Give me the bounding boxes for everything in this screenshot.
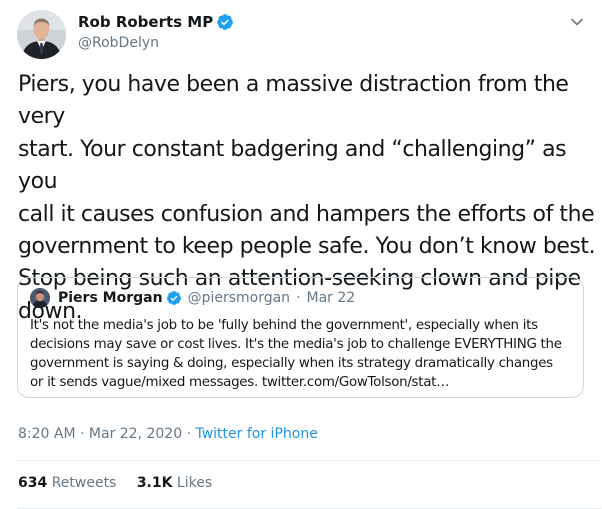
meta-separator: · [186,426,192,442]
quoted-text-line: decisions may save or cost lives. It's t… [30,337,562,352]
likes-stat[interactable]: 3.1K Likes [137,475,212,491]
tweet-text-line: start. Your constant badgering and “chal… [18,136,567,195]
author-avatar[interactable] [17,10,66,59]
tweet-text-line: call it causes confusion and hampers the… [18,201,595,227]
quoted-text-line: or it sends vague/mixed messages. twitte… [30,375,450,390]
tweet-text-line: government to keep people safe. You don’… [18,234,596,260]
quoted-author-name: Piers Morgan [58,290,163,306]
tweet-meta: 8:20 AM · Mar 22, 2020 · Twitter for iPh… [18,426,318,442]
quoted-text-line: government is saying & doing, especially… [30,356,553,371]
tweet: Rob Roberts MP @RobDelyn Piers, you have… [0,0,602,509]
quoted-date: Mar 22 [306,290,356,306]
quoted-tweet-header: Piers Morgan @piersmorgan · Mar 22 [30,288,355,308]
verified-badge-icon [217,14,234,30]
divider [17,460,601,461]
meta-separator: · [80,426,85,442]
quoted-text-line: It's not the media's job to be 'fully be… [30,318,538,333]
author-display-name[interactable]: Rob Roberts MP [78,13,213,31]
chevron-down-icon[interactable] [569,14,585,30]
likes-count: 3.1K [136,475,173,491]
quoted-author-handle: @piersmorgan [187,290,291,306]
quoted-separator: · [296,290,301,306]
quoted-author-avatar-image [30,288,50,308]
author-handle[interactable]: @RobDelyn [78,35,159,51]
tweet-source-link[interactable]: Twitter for iPhone [195,426,317,442]
retweets-stat[interactable]: 634 Retweets [18,475,116,491]
author-name-row: Rob Roberts MP [78,13,234,31]
tweet-date[interactable]: Mar 22, 2020 [89,426,182,442]
tweet-time[interactable]: 8:20 AM [18,426,76,442]
tweet-text-line: Piers, you have been a massive distracti… [18,72,569,130]
likes-label: Likes [176,475,213,491]
author-avatar-image [17,10,66,59]
quoted-tweet-text: It's not the media's job to be 'fully be… [30,316,578,392]
quoted-author-avatar [30,288,50,308]
verified-badge-icon [166,291,181,305]
retweets-count: 634 [18,475,48,491]
retweets-label: Retweets [51,475,117,491]
quoted-tweet-card[interactable]: Piers Morgan @piersmorgan · Mar 22 It's … [17,277,584,398]
tweet-stats: 634 Retweets 3.1K Likes [18,475,228,491]
